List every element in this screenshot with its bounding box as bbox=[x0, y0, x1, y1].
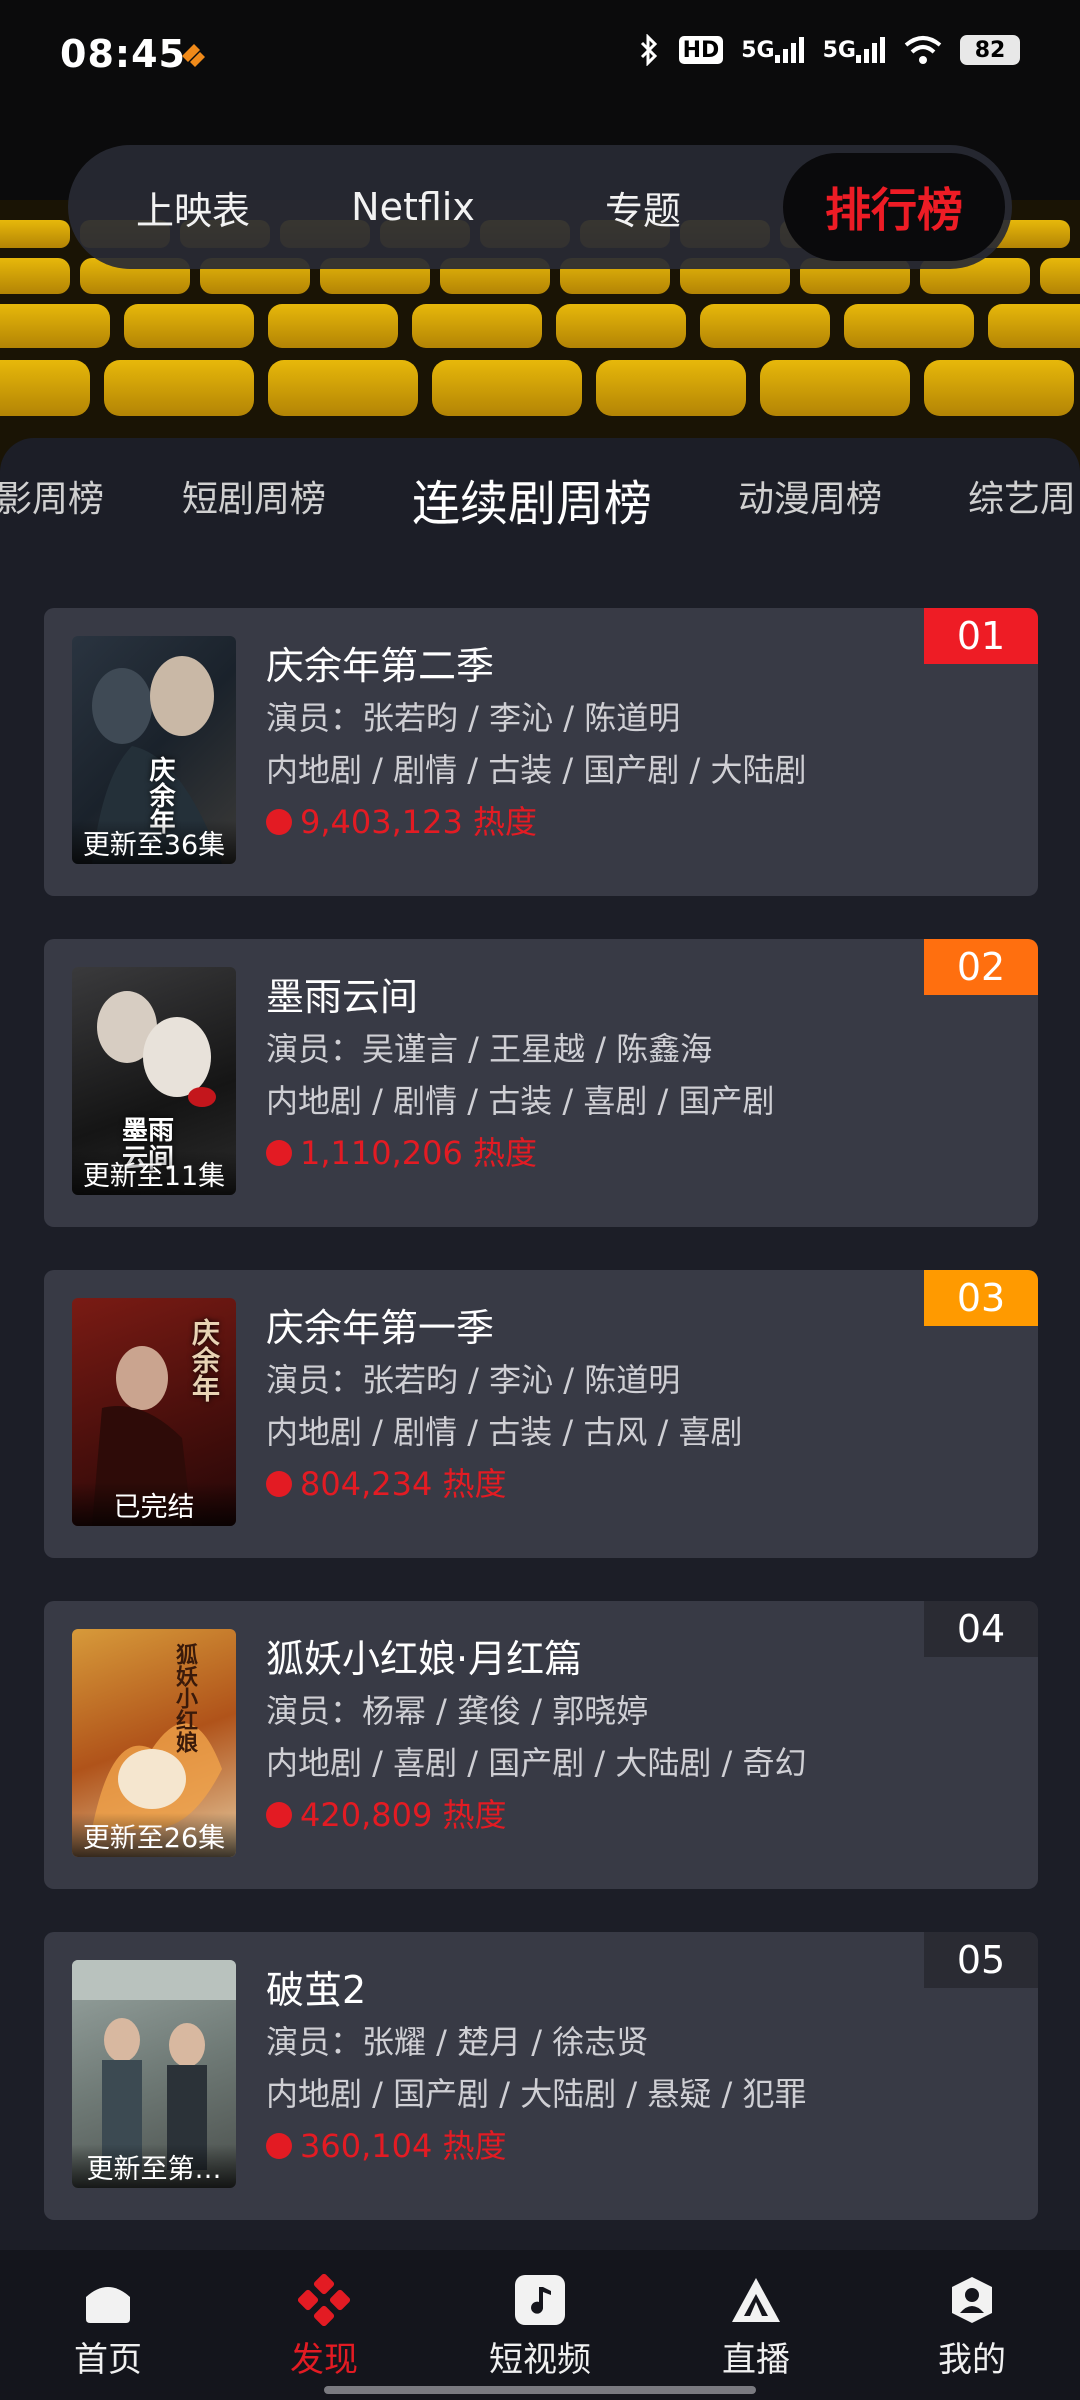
tab-schedule[interactable]: 上映表 bbox=[88, 145, 298, 269]
tab-topics[interactable]: 专题 bbox=[538, 145, 748, 269]
item-info: 破茧2 演员：张耀 / 楚月 / 徐志贤 内地剧 / 国产剧 / 大陆剧 / 悬… bbox=[266, 1964, 966, 2172]
item-info: 庆余年第二季 演员：张若昀 / 李沁 / 陈道明 内地剧 / 剧情 / 古装 /… bbox=[266, 640, 966, 848]
heat-value: 9,403,123 热度 bbox=[300, 803, 538, 841]
item-actors: 演员：张若昀 / 李沁 / 陈道明 bbox=[266, 1361, 681, 1399]
heat-icon bbox=[266, 1802, 292, 1828]
heat-icon bbox=[266, 1140, 292, 1166]
heat-icon bbox=[266, 2133, 292, 2159]
status-time: 08:45 bbox=[60, 32, 186, 76]
status-bar: 08:45 HD 5G 5G 82 bbox=[0, 0, 1080, 110]
top-navigation: 上映表 Netflix 专题 排行榜 bbox=[68, 145, 1012, 269]
heat-value: 360,104 热度 bbox=[300, 2127, 507, 2165]
nav-live-label: 直播 bbox=[722, 2340, 790, 2380]
item-title: 狐妖小红娘·月红篇 bbox=[266, 1637, 583, 1681]
heat-score: 1,110,206 热度 bbox=[266, 1127, 966, 1179]
heat-icon bbox=[266, 809, 292, 835]
nav-home[interactable]: 首页 bbox=[28, 2272, 188, 2381]
subtab-movie-weekly[interactable]: 影周榜 bbox=[0, 470, 104, 522]
home-icon bbox=[80, 2272, 136, 2328]
heat-score: 9,403,123 热度 bbox=[266, 796, 966, 848]
list-item[interactable]: 02 墨雨云间 更新至11集 墨雨云间 演员：吴谨言 / 王星越 / 陈鑫海 内… bbox=[44, 939, 1038, 1227]
list-item[interactable]: 01 庆余年 更新至36集 庆余年第二季 演员：张若昀 / 李沁 / 陈道明 内… bbox=[44, 608, 1038, 896]
item-title: 墨雨云间 bbox=[266, 975, 419, 1019]
signal-5g-icon: 5G bbox=[823, 37, 886, 63]
item-tags: 内地剧 / 剧情 / 古装 / 喜剧 / 国产剧 bbox=[266, 1082, 775, 1120]
nav-live[interactable]: 直播 bbox=[676, 2272, 836, 2381]
episode-status: 更新至26集 bbox=[72, 1813, 236, 1857]
nav-profile[interactable]: 我的 bbox=[892, 2272, 1052, 2381]
item-actors: 演员：张耀 / 楚月 / 徐志贤 bbox=[266, 2023, 649, 2061]
network-label: 5G bbox=[822, 37, 856, 63]
wifi-icon bbox=[904, 36, 942, 64]
music-note-icon bbox=[512, 2272, 568, 2328]
heat-value: 1,110,206 热度 bbox=[300, 1134, 538, 1172]
network-label: 5G bbox=[741, 37, 775, 63]
item-title: 破茧2 bbox=[266, 1968, 367, 2012]
poster-image: 庆余年 更新至36集 bbox=[72, 636, 236, 864]
item-actors: 演员：张若昀 / 李沁 / 陈道明 bbox=[266, 699, 681, 737]
item-info: 墨雨云间 演员：吴谨言 / 王星越 / 陈鑫海 内地剧 / 剧情 / 古装 / … bbox=[266, 971, 966, 1179]
episode-status: 更新至第… bbox=[72, 2144, 236, 2188]
item-actors: 演员：杨幂 / 龚俊 / 郭晓婷 bbox=[266, 1692, 649, 1730]
subtab-anime-weekly[interactable]: 动漫周榜 bbox=[738, 470, 882, 522]
heat-value: 420,809 热度 bbox=[300, 1796, 507, 1834]
heat-icon bbox=[266, 1471, 292, 1497]
nav-discover[interactable]: 发现 bbox=[244, 2272, 404, 2381]
item-info: 庆余年第一季 演员：张若昀 / 李沁 / 陈道明 内地剧 / 剧情 / 古装 /… bbox=[266, 1302, 966, 1510]
item-tags: 内地剧 / 剧情 / 古装 / 古风 / 喜剧 bbox=[266, 1413, 743, 1451]
profile-icon bbox=[944, 2272, 1000, 2328]
nav-profile-label: 我的 bbox=[938, 2340, 1006, 2380]
item-actors: 演员：吴谨言 / 王星越 / 陈鑫海 bbox=[266, 1030, 713, 1068]
subtab-variety-weekly[interactable]: 综艺周 bbox=[968, 470, 1076, 522]
poster-image: 庆余年 已完结 bbox=[72, 1298, 236, 1526]
episode-status: 已完结 bbox=[72, 1482, 236, 1526]
heat-score: 420,809 热度 bbox=[266, 1789, 966, 1841]
nav-discover-label: 发现 bbox=[290, 2340, 358, 2380]
item-tags: 内地剧 / 国产剧 / 大陆剧 / 悬疑 / 犯罪 bbox=[266, 2075, 807, 2113]
poster-image: 墨雨云间 更新至11集 bbox=[72, 967, 236, 1195]
live-icon bbox=[728, 2272, 784, 2328]
nav-short-video[interactable]: 短视频 bbox=[460, 2272, 620, 2381]
tab-netflix[interactable]: Netflix bbox=[308, 145, 518, 269]
subtab-series-weekly[interactable]: 连续剧周榜 bbox=[412, 464, 652, 534]
list-item[interactable]: 05 更新至第… 破茧2 演员：张耀 / 楚月 / 徐志贤 内地剧 / 国产剧 … bbox=[44, 1932, 1038, 2220]
home-indicator[interactable] bbox=[324, 2386, 756, 2394]
signal-5g-icon: 5G bbox=[741, 37, 804, 63]
bottom-navigation: 首页 发现 短视频 直播 我的 bbox=[0, 2250, 1080, 2400]
episode-status: 更新至36集 bbox=[72, 820, 236, 864]
list-item[interactable]: 03 庆余年 已完结 庆余年第一季 演员：张若昀 / 李沁 / 陈道明 内地剧 … bbox=[44, 1270, 1038, 1558]
item-tags: 内地剧 / 喜剧 / 国产剧 / 大陆剧 / 奇幻 bbox=[266, 1744, 807, 1782]
nav-home-label: 首页 bbox=[74, 2340, 142, 2380]
item-title: 庆余年第一季 bbox=[266, 1306, 495, 1350]
poster-image: 更新至第… bbox=[72, 1960, 236, 2188]
item-info: 狐妖小红娘·月红篇 演员：杨幂 / 龚俊 / 郭晓婷 内地剧 / 喜剧 / 国产… bbox=[266, 1633, 966, 1841]
list-item[interactable]: 04 狐妖小红娘 更新至26集 狐妖小红娘·月红篇 演员：杨幂 / 龚俊 / 郭… bbox=[44, 1601, 1038, 1889]
heat-score: 360,104 热度 bbox=[266, 2120, 966, 2172]
item-title: 庆余年第二季 bbox=[266, 644, 495, 688]
notification-app-icon bbox=[182, 44, 205, 67]
poster-image: 狐妖小红娘 更新至26集 bbox=[72, 1629, 236, 1857]
bluetooth-icon bbox=[640, 34, 657, 66]
ranking-category-tabs: 影周榜 短剧周榜 连续剧周榜 动漫周榜 综艺周 bbox=[0, 438, 1080, 558]
hd-icon: HD bbox=[678, 36, 724, 64]
subtab-short-drama-weekly[interactable]: 短剧周榜 bbox=[182, 470, 326, 522]
battery-indicator: 82 bbox=[960, 35, 1020, 65]
poster-title-text: 庆余年 bbox=[188, 1318, 221, 1402]
heat-score: 804,234 热度 bbox=[266, 1458, 966, 1510]
nav-short-video-label: 短视频 bbox=[489, 2340, 591, 2380]
item-tags: 内地剧 / 剧情 / 古装 / 国产剧 / 大陆剧 bbox=[266, 751, 807, 789]
poster-title-text: 狐妖小红娘 bbox=[172, 1643, 197, 1753]
tab-rankings[interactable]: 排行榜 bbox=[783, 153, 1005, 261]
heat-value: 804,234 热度 bbox=[300, 1465, 507, 1503]
discover-icon bbox=[296, 2272, 352, 2328]
episode-status: 更新至11集 bbox=[72, 1151, 236, 1195]
